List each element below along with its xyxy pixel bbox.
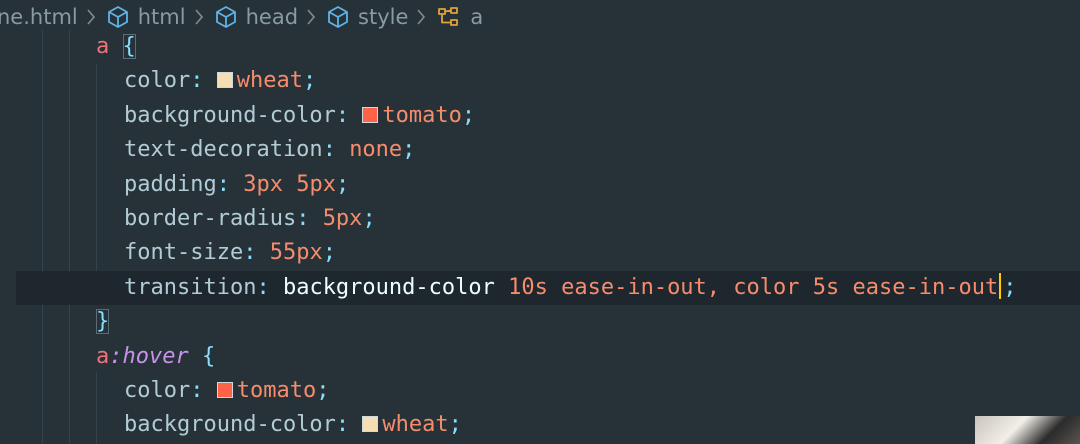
css-value: 5px (322, 206, 363, 231)
webcam-overlay (975, 416, 1080, 444)
semicolon: ; (448, 412, 462, 438)
css-keyword: background-color (282, 274, 495, 300)
code-editor[interactable]: ne.html html head style a a {color: whe… (0, 0, 1080, 444)
css-property: padding (124, 171, 217, 197)
css-property: color (124, 68, 191, 94)
css-value: tomato (236, 378, 317, 403)
code-line[interactable]: a { (0, 30, 1080, 64)
cube-icon (214, 5, 238, 29)
colon: : (296, 206, 310, 231)
css-pseudo-class: :hover (109, 343, 189, 369)
code-line[interactable]: border-radius: 5px; (0, 202, 1080, 236)
css-value: 55px (269, 240, 323, 266)
chevron-right-icon (86, 8, 96, 26)
css-property: background-color (124, 412, 336, 438)
breadcrumb-item-a[interactable]: a (436, 5, 483, 29)
css-property: transition (124, 274, 257, 300)
breadcrumb-label: head (245, 5, 299, 29)
css-selector: a (96, 34, 110, 59)
breadcrumb-item-file[interactable]: ne.html (0, 5, 78, 29)
semicolon: ; (316, 378, 330, 403)
css-value: 10s ease-in-out, (508, 274, 721, 300)
css-value: tomato (382, 102, 462, 128)
code-line[interactable]: color: tomato; (0, 374, 1080, 408)
css-value: wheat (382, 412, 449, 438)
colon: : (190, 68, 204, 94)
code-line[interactable]: padding: 3px 5px; (0, 168, 1080, 202)
semicolon: ; (461, 102, 476, 128)
chevron-right-icon (306, 8, 316, 26)
css-value: 3px 5px (243, 171, 336, 197)
semicolon: ; (302, 68, 317, 94)
css-selector: a (96, 343, 110, 369)
open-brace: { (122, 34, 136, 59)
colon: : (322, 137, 336, 163)
code-line[interactable]: color: wheat; (0, 64, 1080, 98)
colon: : (243, 240, 257, 266)
css-property: color (124, 378, 191, 403)
breadcrumb-label: ne.html (0, 5, 78, 29)
color-swatch[interactable] (216, 72, 233, 89)
chevron-right-icon (194, 8, 204, 26)
css-value: none (349, 137, 403, 163)
colon: : (190, 378, 204, 403)
code-line[interactable]: text-decoration: none; (0, 133, 1080, 167)
semicolon: ; (362, 206, 376, 231)
semicolon: ; (335, 171, 350, 197)
semicolon: ; (402, 137, 416, 163)
colon: : (335, 102, 350, 128)
breadcrumb-item-style[interactable]: style (326, 5, 408, 29)
css-property: border-radius (124, 206, 297, 231)
css-value: color 5s ease-in-out (733, 274, 999, 300)
css-property: text-decoration (124, 137, 323, 163)
semicolon: ; (322, 240, 336, 266)
breadcrumb-item-head[interactable]: head (214, 5, 298, 29)
cube-icon (106, 5, 130, 29)
semicolon: ; (1003, 274, 1017, 300)
chevron-right-icon (416, 8, 426, 26)
breadcrumb-label: html (137, 5, 186, 29)
open-brace: { (201, 343, 216, 369)
current-line[interactable]: transition: background-color 10s ease-in… (16, 270, 1080, 306)
color-swatch[interactable] (216, 382, 233, 398)
breadcrumb-label: a (470, 5, 484, 29)
breadcrumb: ne.html html head style a (0, 0, 1080, 34)
css-selector-icon (436, 5, 462, 29)
text-cursor (999, 272, 1002, 299)
code-line[interactable]: } (0, 305, 1080, 339)
css-value: wheat (236, 68, 303, 94)
close-brace: } (96, 309, 110, 335)
colon: : (256, 274, 270, 300)
color-swatch[interactable] (362, 416, 379, 433)
code-line[interactable]: background-color: tomato; (0, 99, 1080, 133)
css-property: font-size (124, 240, 244, 266)
code-line[interactable]: a:hover { (0, 340, 1080, 374)
css-property: background-color (124, 102, 336, 128)
code-line[interactable]: background-color: wheat; (0, 408, 1080, 442)
color-swatch[interactable] (362, 106, 379, 123)
colon: : (335, 412, 350, 438)
cube-icon (326, 5, 350, 29)
code-line[interactable]: font-size: 55px; (0, 236, 1080, 270)
breadcrumb-item-html[interactable]: html (106, 5, 186, 29)
breadcrumb-label: style (358, 5, 409, 29)
colon: : (216, 171, 230, 197)
